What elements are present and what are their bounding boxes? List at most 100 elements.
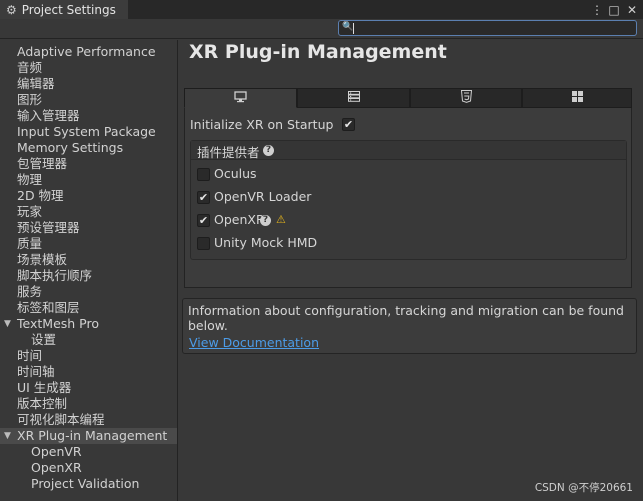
page-title: XR Plug-in Management: [189, 41, 447, 63]
sidebar-item[interactable]: ▼ XR Plug-in Management: [0, 428, 177, 444]
gear-icon: ⚙: [6, 2, 17, 17]
sidebar-item-label: XR Plug-in Management: [17, 428, 168, 443]
sidebar-item-label: Project Validation: [31, 476, 140, 491]
sidebar-item[interactable]: UI 生成器: [0, 380, 177, 396]
tab-standalone[interactable]: [184, 88, 297, 108]
info-box: Information about configuration, trackin…: [182, 298, 637, 354]
sidebar-item[interactable]: 物理: [0, 172, 177, 188]
sidebar-item[interactable]: 时间: [0, 348, 177, 364]
sidebar-item-label: 2D 物理: [17, 188, 64, 203]
init-xr-label: Initialize XR on Startup: [190, 117, 334, 132]
server-icon: [347, 91, 360, 105]
provider-label: OpenVR Loader: [214, 189, 312, 204]
provider-label: Unity Mock HMD: [214, 235, 318, 250]
sidebar-item-label: Adaptive Performance: [17, 44, 156, 59]
help-icon[interactable]: ?: [263, 145, 274, 156]
sidebar-item-label: 物理: [17, 172, 43, 187]
tab-dedicated-server[interactable]: [297, 88, 410, 108]
sidebar-item-label: 脚本执行顺序: [17, 268, 93, 283]
sidebar-item[interactable]: 包管理器: [0, 156, 177, 172]
main-panel: XR Plug-in Management Initialize XR on S…: [179, 40, 643, 501]
sidebar-item[interactable]: Project Validation: [0, 476, 177, 492]
sidebar-item[interactable]: ▼ TextMesh Pro: [0, 316, 177, 332]
sidebar-item[interactable]: Adaptive Performance: [0, 44, 177, 60]
provider-checkbox[interactable]: [197, 237, 210, 250]
title-bar: ⚙ Project Settings ⋮ □ ✕: [0, 0, 643, 19]
sidebar-item[interactable]: 场景模板: [0, 252, 177, 268]
sidebar-item[interactable]: 输入管理器: [0, 108, 177, 124]
sidebar-item[interactable]: 玩家: [0, 204, 177, 220]
plugin-providers-box: 插件提供者 ? Oculus ✔ OpenVR Loader ✔ OpenXR? ⚠ Uni…: [190, 140, 627, 260]
sidebar-item-label: 图形: [17, 92, 43, 107]
sidebar-item[interactable]: Memory Settings: [0, 140, 177, 156]
sidebar-item-label: OpenVR: [31, 444, 82, 459]
platform-tabs: [184, 88, 632, 108]
sidebar-item[interactable]: OpenXR: [0, 460, 177, 476]
sidebar-item[interactable]: OpenVR: [0, 444, 177, 460]
init-xr-checkbox[interactable]: ✔: [342, 118, 355, 131]
desktop-icon: [234, 90, 247, 106]
sidebar-item[interactable]: 编辑器: [0, 76, 177, 92]
sidebar-item[interactable]: 脚本执行顺序: [0, 268, 177, 284]
html5-icon: [460, 90, 472, 106]
settings-sidebar: Adaptive Performance 音频 编辑器 图形 输入管理器 Input Sy…: [0, 40, 178, 501]
sidebar-item[interactable]: 可视化脚本编程: [0, 412, 177, 428]
search-icon: 🔍: [342, 22, 354, 32]
provider-checkbox[interactable]: [197, 168, 210, 181]
menu-icon[interactable]: ⋮: [590, 0, 604, 19]
expand-arrow-icon[interactable]: ▼: [4, 428, 11, 444]
sidebar-item[interactable]: 2D 物理: [0, 188, 177, 204]
provider-label: OpenXR: [214, 212, 265, 227]
sidebar-item-label: TextMesh Pro: [17, 316, 99, 331]
sidebar-item-label: 输入管理器: [17, 108, 80, 123]
sidebar-item[interactable]: 音频: [0, 60, 177, 76]
sidebar-item[interactable]: 质量: [0, 236, 177, 252]
sidebar-item-label: 标签和图层: [17, 300, 80, 315]
sidebar-item-label: 质量: [17, 236, 43, 251]
project-settings-tab[interactable]: ⚙ Project Settings: [0, 0, 128, 19]
sidebar-item-label: UI 生成器: [17, 380, 72, 395]
sidebar-item[interactable]: 标签和图层: [0, 300, 177, 316]
sidebar-item-label: 可视化脚本编程: [17, 412, 105, 427]
platform-settings-panel: Initialize XR on Startup ✔ 插件提供者 ? Oculu…: [184, 108, 632, 288]
tab-webgl[interactable]: [410, 88, 522, 108]
sidebar-item-label: 编辑器: [17, 76, 55, 91]
sidebar-item-label: Memory Settings: [17, 140, 124, 155]
sidebar-item-label: 版本控制: [17, 396, 68, 411]
sidebar-item-label: 场景模板: [17, 252, 68, 267]
sidebar-item-label: 预设管理器: [17, 220, 80, 235]
warning-icon[interactable]: ⚠: [276, 213, 286, 226]
maximize-icon[interactable]: □: [606, 0, 622, 19]
sidebar-item[interactable]: 设置: [0, 332, 177, 348]
sidebar-item[interactable]: 图形: [0, 92, 177, 108]
sidebar-item-label: 服务: [17, 284, 43, 299]
windows-icon: [571, 91, 583, 105]
sidebar-item-label: 时间: [17, 348, 43, 363]
text-caret: [353, 23, 354, 34]
provider-checkbox[interactable]: ✔: [197, 214, 210, 227]
provider-label: Oculus: [214, 166, 257, 181]
sidebar-item-label: Input System Package: [17, 124, 156, 139]
sidebar-item[interactable]: 版本控制: [0, 396, 177, 412]
sidebar-item[interactable]: Input System Package: [0, 124, 177, 140]
plugin-providers-header: 插件提供者 ?: [191, 141, 626, 160]
openxr-help-icon[interactable]: ?: [260, 215, 271, 226]
sidebar-item[interactable]: 服务: [0, 284, 177, 300]
sidebar-item-label: 时间轴: [17, 364, 55, 379]
expand-arrow-icon[interactable]: ▼: [4, 316, 11, 332]
sidebar-item[interactable]: 预设管理器: [0, 220, 177, 236]
plugin-providers-title: 插件提供者: [197, 145, 260, 160]
sidebar-item[interactable]: 时间轴: [0, 364, 177, 380]
sidebar-item-label: 设置: [31, 332, 57, 347]
tab-windows[interactable]: [522, 88, 632, 108]
sidebar-item-label: 音频: [17, 60, 43, 75]
sidebar-item-label: OpenXR: [31, 460, 82, 475]
sidebar-item-label: 包管理器: [17, 156, 68, 171]
sidebar-item-label: 玩家: [17, 204, 43, 219]
provider-checkbox[interactable]: ✔: [197, 191, 210, 204]
search-input[interactable]: 🔍: [338, 20, 637, 36]
close-icon[interactable]: ✕: [624, 0, 640, 19]
tab-title: Project Settings: [21, 2, 116, 17]
watermark: CSDN @不停20661: [534, 482, 633, 494]
view-documentation-link[interactable]: View Documentation: [189, 335, 319, 350]
